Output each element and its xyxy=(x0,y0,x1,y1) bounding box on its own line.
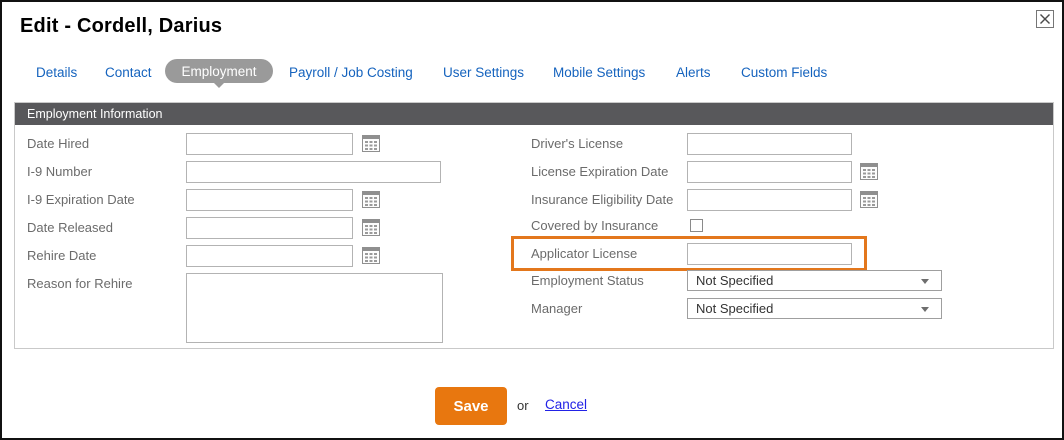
manager-select[interactable]: Not Specified xyxy=(687,298,942,319)
license-expiration-date-label: License Expiration Date xyxy=(531,164,669,179)
tab-user-settings[interactable]: User Settings xyxy=(443,65,524,80)
close-icon xyxy=(1040,14,1050,24)
drivers-license-input[interactable] xyxy=(687,133,852,155)
tab-employment-active[interactable]: Employment xyxy=(165,59,273,88)
cancel-link[interactable]: Cancel xyxy=(545,397,587,412)
section-title: Employment Information xyxy=(27,107,163,121)
covered-by-insurance-label: Covered by Insurance xyxy=(531,218,659,233)
tab-mobile-settings[interactable]: Mobile Settings xyxy=(553,65,645,80)
reason-for-rehire-label: Reason for Rehire xyxy=(27,276,133,291)
save-button[interactable]: Save xyxy=(435,387,507,425)
calendar-icon[interactable] xyxy=(362,219,380,236)
edit-employee-dialog: Edit - Cordell, Darius Details Contact E… xyxy=(0,0,1064,440)
applicator-license-label: Applicator License xyxy=(531,246,638,261)
covered-by-insurance-checkbox[interactable] xyxy=(690,219,703,232)
calendar-icon[interactable] xyxy=(860,191,878,208)
calendar-icon[interactable] xyxy=(362,191,380,208)
manager-value: Not Specified xyxy=(696,301,774,316)
i9-expiration-date-input[interactable] xyxy=(186,189,353,211)
employment-info-panel: Employment Information Date Hired I-9 Nu… xyxy=(14,102,1054,349)
employment-status-select[interactable]: Not Specified xyxy=(687,270,942,291)
dialog-title: Edit - Cordell, Darius xyxy=(20,15,223,37)
rehire-date-label: Rehire Date xyxy=(27,248,97,263)
calendar-icon[interactable] xyxy=(362,135,380,152)
tab-details[interactable]: Details xyxy=(36,65,77,80)
calendar-icon[interactable] xyxy=(362,247,380,264)
tab-payroll-job-costing[interactable]: Payroll / Job Costing xyxy=(289,65,413,80)
calendar-icon[interactable] xyxy=(860,163,878,180)
tab-alerts[interactable]: Alerts xyxy=(676,65,711,80)
i9-expiration-date-label: I-9 Expiration Date xyxy=(27,192,135,207)
tab-contact[interactable]: Contact xyxy=(105,65,152,80)
employment-status-label: Employment Status xyxy=(531,273,644,288)
applicator-license-input[interactable] xyxy=(687,243,852,265)
i9-number-label: I-9 Number xyxy=(27,164,93,179)
or-label: or xyxy=(517,398,529,413)
insurance-eligibility-date-label: Insurance Eligibility Date xyxy=(531,192,674,207)
drivers-license-label: Driver's License xyxy=(531,136,624,151)
date-released-input[interactable] xyxy=(186,217,353,239)
tab-employment-label: Employment xyxy=(181,63,257,79)
chevron-down-icon xyxy=(921,279,929,288)
chevron-down-icon xyxy=(921,307,929,316)
tab-custom-fields[interactable]: Custom Fields xyxy=(741,65,827,80)
date-released-label: Date Released xyxy=(27,220,113,235)
insurance-eligibility-date-input[interactable] xyxy=(687,189,852,211)
employment-status-value: Not Specified xyxy=(696,273,774,288)
rehire-date-input[interactable] xyxy=(186,245,353,267)
date-hired-input[interactable] xyxy=(186,133,353,155)
close-button[interactable] xyxy=(1036,10,1054,28)
i9-number-input[interactable] xyxy=(186,161,441,183)
license-expiration-date-input[interactable] xyxy=(687,161,852,183)
section-header: Employment Information xyxy=(15,103,1053,125)
date-hired-label: Date Hired xyxy=(27,136,90,151)
manager-label: Manager xyxy=(531,301,583,316)
active-tab-caret-icon xyxy=(213,82,225,94)
reason-for-rehire-textarea[interactable] xyxy=(186,273,443,343)
